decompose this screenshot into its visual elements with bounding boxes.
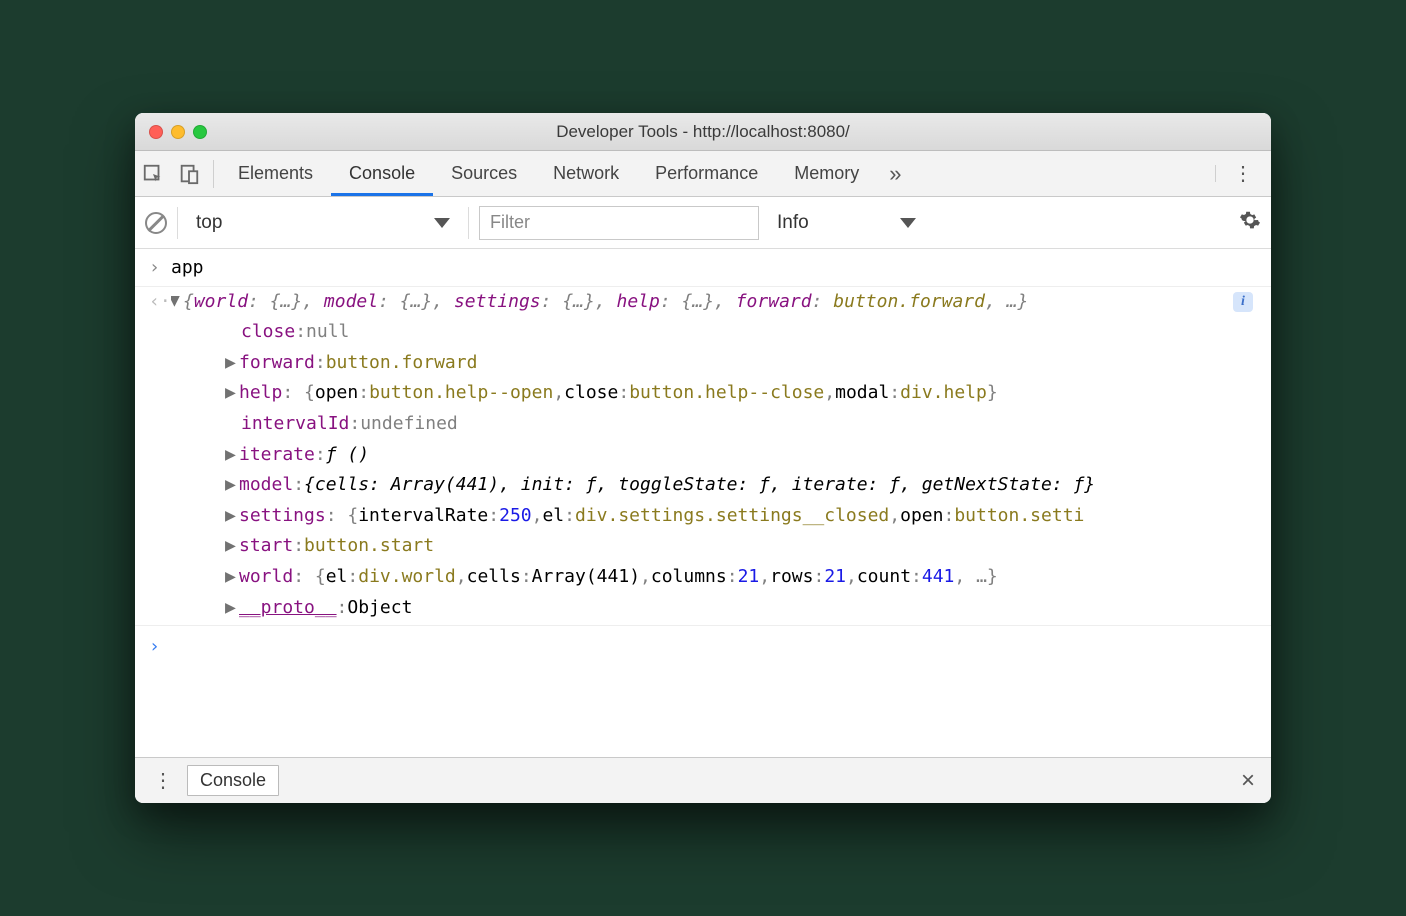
prop-key: start (239, 531, 293, 562)
tab-performance[interactable]: Performance (637, 151, 776, 196)
console-filterbar: top Info (135, 197, 1271, 249)
traffic-lights (135, 125, 207, 139)
prop-proto[interactable]: ▶__proto__: Object (213, 593, 1257, 624)
context-label: top (196, 212, 222, 234)
console-output-row: ‹· ▼ {world: {…}, model: {…}, settings: … (135, 287, 1271, 627)
expand-toggle-icon[interactable]: ▼ (171, 287, 183, 317)
prop-value: button.forward (326, 348, 478, 379)
output-chevron-icon: ‹· (149, 287, 171, 318)
window-close-button[interactable] (149, 125, 163, 139)
settings-menu-icon[interactable]: ⋮ (1225, 161, 1261, 186)
execution-context-select[interactable]: top (188, 212, 458, 234)
drawer-tab-console[interactable]: Console (187, 765, 279, 796)
devtools-window: Developer Tools - http://localhost:8080/… (135, 113, 1271, 803)
prop-key: iterate (239, 440, 315, 471)
level-label: Info (777, 212, 809, 234)
prop-value: button.start (304, 531, 434, 562)
prop-key: __proto__ (239, 593, 337, 624)
divider (468, 207, 469, 239)
prop-world[interactable]: ▶world: {el: div.world, cells: Array(441… (213, 562, 1257, 593)
caret-right-icon[interactable]: ▶ (225, 378, 239, 409)
prop-key: help (239, 378, 282, 409)
input-chevron-icon: › (149, 253, 171, 284)
prop-intervalid[interactable]: intervalId: undefined (213, 409, 1257, 440)
toolbar-divider (213, 160, 214, 188)
prop-forward[interactable]: ▶forward: button.forward (213, 348, 1257, 379)
prop-settings[interactable]: ▶settings: {intervalRate: 250, el: div.s… (213, 501, 1257, 532)
prop-key: close (241, 317, 295, 348)
caret-right-icon[interactable]: ▶ (225, 348, 239, 379)
prop-model[interactable]: ▶model: {cells: Array(441), init: ƒ, tog… (213, 470, 1257, 501)
filter-input[interactable] (479, 206, 759, 240)
drawer-menu-icon[interactable]: ⋮ (145, 768, 181, 793)
tab-elements[interactable]: Elements (220, 151, 331, 196)
object-summary-row[interactable]: ▼ {world: {…}, model: {…}, settings: {…}… (171, 287, 1257, 318)
caret-right-icon[interactable]: ▶ (225, 440, 239, 471)
panel-tabs: Elements Console Sources Network Perform… (220, 151, 913, 196)
prop-close[interactable]: close: null (213, 317, 1257, 348)
drawer-footer: ⋮ Console × (135, 757, 1271, 803)
log-level-select[interactable]: Info (769, 212, 924, 234)
caret-right-icon[interactable]: ▶ (225, 531, 239, 562)
tab-network[interactable]: Network (535, 151, 637, 196)
titlebar: Developer Tools - http://localhost:8080/ (135, 113, 1271, 151)
caret-right-icon[interactable]: ▶ (225, 470, 239, 501)
drawer-close-icon[interactable]: × (1235, 767, 1261, 795)
prop-start[interactable]: ▶start: button.start (213, 531, 1257, 562)
console-settings-icon[interactable] (1239, 209, 1261, 236)
object-summary: {world: {…}, model: {…}, settings: {…}, … (183, 287, 1028, 318)
prop-value: Object (347, 593, 412, 624)
prop-key: settings (239, 501, 326, 532)
console-prompt-row[interactable]: › (135, 626, 1271, 663)
main-toolbar: Elements Console Sources Network Perform… (135, 151, 1271, 197)
console-body: › app ‹· ▼ {world: {…}, model: {…}, sett… (135, 249, 1271, 757)
caret-right-icon[interactable]: ▶ (225, 562, 239, 593)
prompt-chevron-icon: › (149, 632, 171, 663)
caret-right-icon[interactable]: ▶ (225, 593, 239, 624)
prop-value: undefined (360, 409, 458, 440)
tab-memory[interactable]: Memory (776, 151, 877, 196)
prop-iterate[interactable]: ▶iterate: ƒ () (213, 440, 1257, 471)
divider (177, 207, 178, 239)
tab-sources[interactable]: Sources (433, 151, 535, 196)
chevron-down-icon (434, 218, 450, 228)
window-minimize-button[interactable] (171, 125, 185, 139)
info-badge-icon[interactable]: i (1233, 292, 1253, 312)
window-zoom-button[interactable] (193, 125, 207, 139)
inspect-element-icon[interactable] (135, 163, 171, 185)
window-title: Developer Tools - http://localhost:8080/ (135, 122, 1271, 142)
device-toolbar-icon[interactable] (171, 163, 207, 185)
console-input-text: app (171, 253, 1257, 284)
console-input-row[interactable]: › app (135, 253, 1271, 287)
prop-key: world (239, 562, 293, 593)
prop-key: forward (239, 348, 315, 379)
prop-help[interactable]: ▶help: {open: button.help--open, close: … (213, 378, 1257, 409)
tab-console[interactable]: Console (331, 151, 433, 196)
prop-value: null (306, 317, 349, 348)
console-output: ▼ {world: {…}, model: {…}, settings: {…}… (171, 287, 1257, 624)
clear-console-icon[interactable] (145, 212, 167, 234)
prop-key: model (239, 470, 293, 501)
prop-key: intervalId (241, 409, 349, 440)
caret-right-icon[interactable]: ▶ (225, 501, 239, 532)
prop-value: ƒ () (326, 440, 369, 471)
chevron-down-icon (900, 218, 916, 228)
object-tree: close: null ▶forward: button.forward ▶he… (171, 317, 1257, 623)
tabs-overflow[interactable]: » (877, 161, 913, 187)
